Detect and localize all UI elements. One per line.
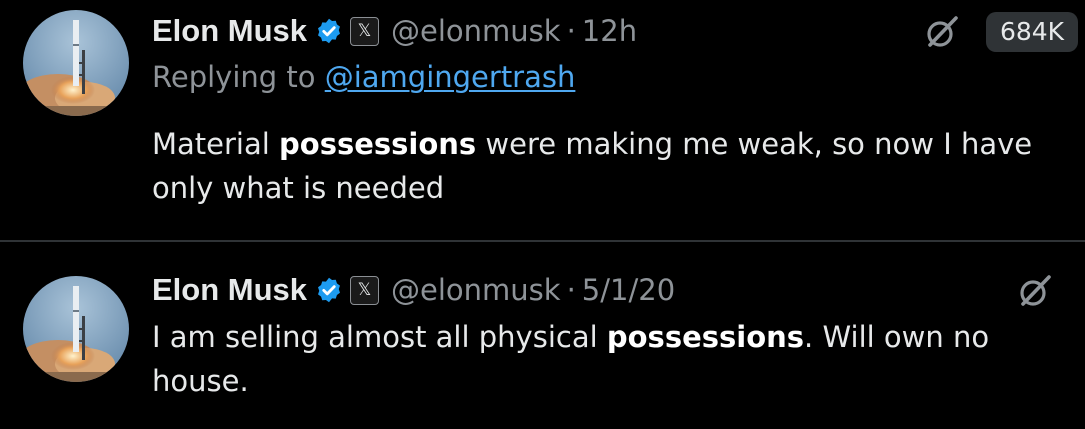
header-separator: · (566, 273, 576, 307)
author-handle[interactable]: @elonmusk (391, 14, 561, 48)
tweet-original[interactable]: Elon Musk 𝕏 @elonmusk · 5/1/20 I am sell… (0, 244, 1085, 429)
author-name[interactable]: Elon Musk (152, 13, 307, 49)
tweet-text-highlight: possessions (606, 320, 805, 354)
verified-badge-icon[interactable] (315, 276, 343, 304)
replying-to-label: Replying to (152, 60, 325, 94)
x-affiliate-badge-icon[interactable]: 𝕏 (350, 275, 380, 305)
tweet-timestamp[interactable]: 5/1/20 (582, 273, 675, 307)
tweet-header: Elon Musk 𝕏 @elonmusk · 12h (152, 11, 637, 51)
tweet-text-highlight: possessions (279, 127, 477, 161)
rocket-launch-avatar-image (23, 276, 129, 382)
tweet-divider (0, 240, 1085, 242)
tweet-timestamp[interactable]: 12h (582, 14, 637, 48)
grok-icon[interactable] (1018, 274, 1052, 308)
tweet-text: I am selling almost all physical possess… (152, 315, 1077, 403)
avatar[interactable] (23, 10, 129, 116)
tweet-text-part: Material (152, 127, 280, 161)
reply-to-handle-link[interactable]: @iamgingertrash (325, 60, 576, 94)
grok-icon[interactable] (925, 15, 959, 49)
avatar[interactable] (23, 276, 129, 382)
tweet-text: Material possessions were making me weak… (152, 122, 1077, 210)
tweet-reply[interactable]: Elon Musk 𝕏 @elonmusk · 12h 684K Replyin… (0, 0, 1085, 242)
header-separator: · (566, 14, 576, 48)
views-count-badge[interactable]: 684K (986, 12, 1078, 52)
author-name[interactable]: Elon Musk (152, 272, 307, 308)
verified-badge-icon[interactable] (315, 17, 343, 45)
replying-to-line: Replying to @iamgingertrash (152, 60, 575, 94)
tweet-header: Elon Musk 𝕏 @elonmusk · 5/1/20 (152, 270, 675, 310)
tweet-text-part: I am selling almost all physical (152, 320, 607, 354)
x-affiliate-badge-icon[interactable]: 𝕏 (350, 16, 380, 46)
rocket-launch-avatar-image (23, 10, 129, 116)
author-handle[interactable]: @elonmusk (391, 273, 561, 307)
